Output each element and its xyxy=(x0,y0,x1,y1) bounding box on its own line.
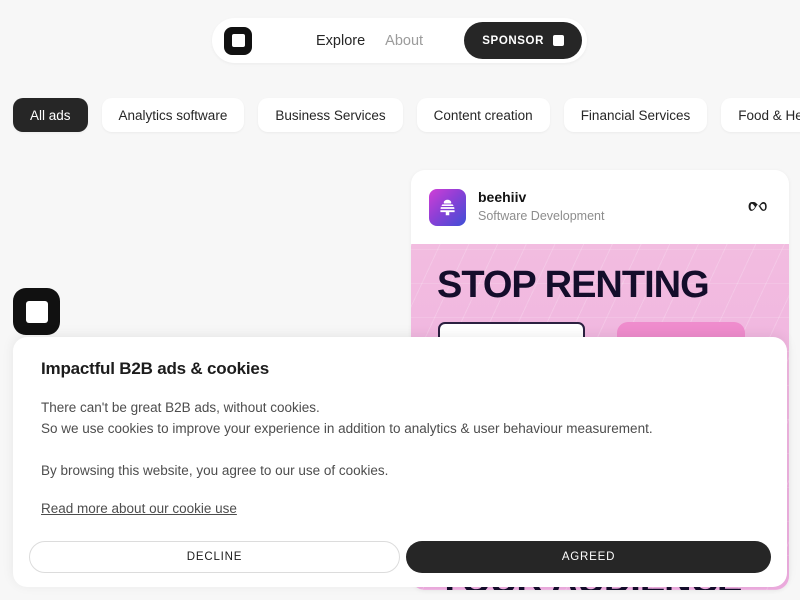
meta-infinity-icon xyxy=(748,198,771,216)
cookie-consent-banner: Impactful B2B ads & cookies There can't … xyxy=(13,337,787,587)
filter-chip-all-ads[interactable]: All ads xyxy=(13,98,88,132)
filter-chip-financial-services[interactable]: Financial Services xyxy=(563,98,708,132)
cookie-banner-actions: DECLINE AGREED xyxy=(29,541,771,573)
cookie-banner-body: There can't be great B2B ads, without co… xyxy=(41,398,759,482)
ad-card-header: beehiiv Software Development xyxy=(411,170,789,244)
decline-button[interactable]: DECLINE xyxy=(29,541,400,573)
top-navbar: Explore About SPONSOR xyxy=(212,18,587,63)
floating-logo-icon[interactable] xyxy=(13,288,60,335)
cookie-banner-line-3: By browsing this website, you agree to o… xyxy=(41,463,389,479)
nav-link-explore[interactable]: Explore xyxy=(316,33,365,49)
agreed-button[interactable]: AGREED xyxy=(406,541,771,573)
nav-link-about[interactable]: About xyxy=(385,33,423,49)
cookie-banner-title: Impactful B2B ads & cookies xyxy=(41,359,269,378)
cookie-banner-line-1: There can't be great B2B ads, without co… xyxy=(41,400,320,415)
floating-logo-inner-square-icon xyxy=(25,300,48,323)
logo-inner-square-icon xyxy=(231,34,245,47)
logo-icon[interactable] xyxy=(224,26,252,55)
filter-chip-analytics-software[interactable]: Analytics software xyxy=(101,98,245,132)
white-square-icon xyxy=(553,35,564,46)
cookie-banner-line-2: So we use cookies to improve your experi… xyxy=(41,420,653,436)
sponsor-button[interactable]: SPONSOR xyxy=(464,22,582,59)
filter-chip-food-and-health[interactable]: Food & Health xyxy=(721,98,800,132)
cookie-policy-link[interactable]: Read more about our cookie use xyxy=(41,501,237,516)
nav-links: Explore About xyxy=(316,33,423,49)
sponsor-button-label: SPONSOR xyxy=(482,34,544,47)
filter-chip-business-services[interactable]: Business Services xyxy=(258,98,403,132)
ad-headline-top: STOP RENTING xyxy=(437,264,710,306)
beehive-icon xyxy=(429,188,466,226)
ad-brand-meta: beehiiv Software Development xyxy=(478,189,604,224)
ad-brand-category: Software Development xyxy=(478,208,605,223)
filter-chip-content-creation[interactable]: Content creation xyxy=(416,98,550,132)
ad-brand-name: beehiiv xyxy=(478,189,527,206)
category-filter-bar: All ads Analytics software Business Serv… xyxy=(0,98,800,132)
